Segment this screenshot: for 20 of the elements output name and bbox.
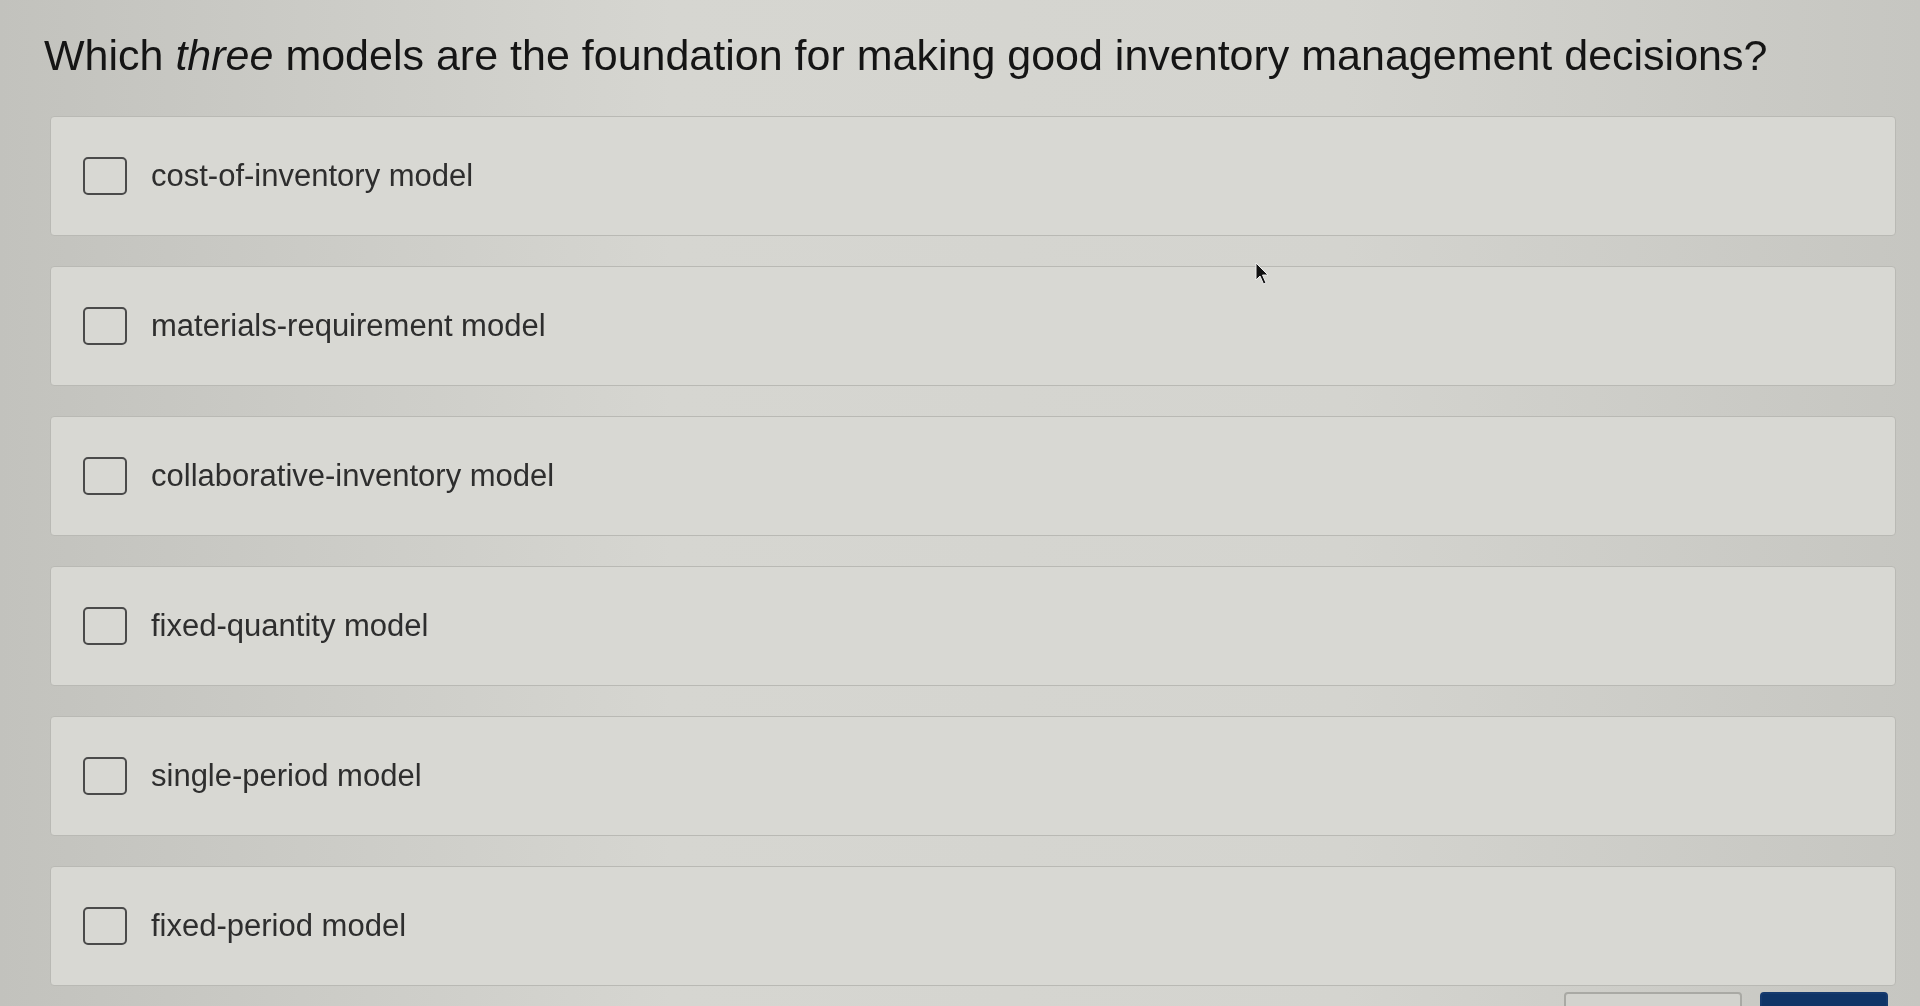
answer-option[interactable]: cost-of-inventory model: [50, 116, 1896, 236]
option-label: fixed-period model: [151, 908, 407, 944]
question-text: Which three models are the foundation for making good inventory management decisions?: [44, 30, 1769, 81]
option-label: cost-of-inventory model: [151, 158, 474, 194]
mouse-cursor-icon: [1255, 262, 1271, 286]
answer-option[interactable]: collaborative-inventory model: [50, 416, 1896, 536]
answer-option[interactable]: fixed-quantity model: [50, 566, 1896, 686]
option-label: fixed-quantity model: [151, 608, 429, 644]
answer-option[interactable]: materials-requirement model: [50, 266, 1896, 386]
checkbox[interactable]: [83, 157, 127, 195]
checkbox[interactable]: [83, 757, 127, 795]
checkbox[interactable]: [83, 907, 127, 945]
answer-option[interactable]: single-period model: [50, 716, 1896, 836]
checkbox[interactable]: [83, 607, 127, 645]
option-label: materials-requirement model: [151, 308, 546, 344]
option-label: collaborative-inventory model: [151, 458, 555, 494]
answer-option[interactable]: fixed-period model: [50, 866, 1896, 986]
checkbox[interactable]: [83, 457, 127, 495]
checkbox[interactable]: [83, 307, 127, 345]
option-label: single-period model: [151, 758, 422, 794]
